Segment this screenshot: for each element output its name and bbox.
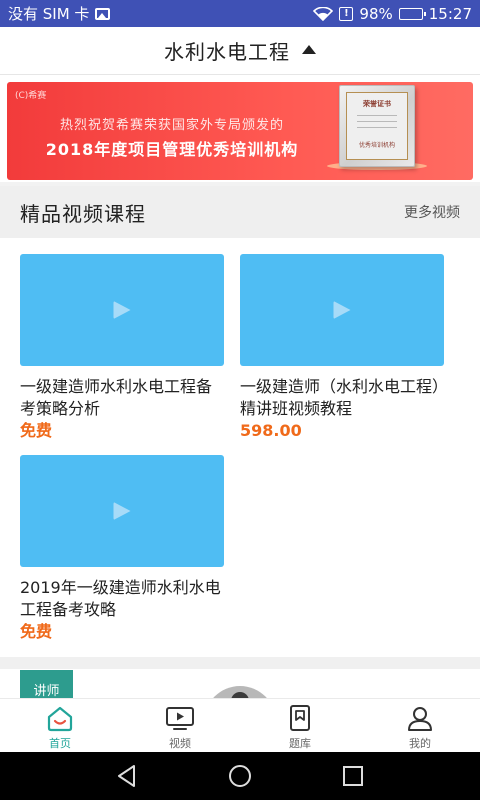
image-notification-icon xyxy=(95,7,111,20)
tab-profile[interactable]: 我的 xyxy=(360,699,480,752)
section-title: 精品视频课程 xyxy=(20,201,146,226)
more-videos-link[interactable]: 更多视频 xyxy=(404,202,460,222)
status-left: 没有 SIM 卡 xyxy=(8,3,111,24)
banner-headline: 2018年度项目管理优秀培训机构 xyxy=(45,140,299,159)
profile-icon xyxy=(408,707,432,731)
play-icon xyxy=(113,502,131,520)
course-price: 598.00 xyxy=(240,421,302,440)
section-header: 精品视频课程 更多视频 xyxy=(0,186,480,238)
play-icon xyxy=(333,301,351,319)
play-icon xyxy=(113,301,131,319)
tab-home-label: 首页 xyxy=(49,737,71,750)
tab-home[interactable]: 首页 xyxy=(0,699,120,752)
tab-question-bank[interactable]: 题库 xyxy=(240,699,360,752)
status-right: ! 98% 15:27 xyxy=(313,5,472,23)
home-circle-icon[interactable] xyxy=(227,763,253,789)
battery-percent: 98% xyxy=(359,4,393,23)
tab-profile-label: 我的 xyxy=(409,737,431,750)
course-card[interactable]: 一级建造师（水利水电工程）精讲班视频教程 598.00 xyxy=(240,254,444,442)
course-card[interactable]: 2019年一级建造师水利水电工程备考攻略 免费 xyxy=(20,455,224,643)
course-title: 一级建造师（水利水电工程）精讲班视频教程 xyxy=(240,377,441,418)
recents-icon[interactable] xyxy=(340,763,366,789)
bottom-nav: 首页 视频 题库 我的 xyxy=(0,698,480,752)
course-card[interactable]: 一级建造师水利水电工程备考策略分析 免费 xyxy=(20,254,224,442)
back-icon[interactable] xyxy=(114,763,140,789)
certificate-line xyxy=(357,121,397,122)
tab-video[interactable]: 视频 xyxy=(120,699,240,752)
status-bar: 没有 SIM 卡 ! 98% 15:27 xyxy=(0,0,480,27)
certificate-line xyxy=(357,127,397,128)
certificate-image: 荣誉证书 优秀培训机构 xyxy=(339,85,415,167)
video-icon xyxy=(166,707,194,730)
course-price: 免费 xyxy=(20,622,53,641)
tab-question-bank-label: 题库 xyxy=(289,737,311,750)
caret-up-icon xyxy=(302,45,316,54)
course-title: 一级建造师水利水电工程备考策略分析 xyxy=(20,377,213,418)
course-thumbnail[interactable] xyxy=(20,455,224,567)
certificate-title: 荣誉证书 xyxy=(363,100,391,108)
carrier-text: 没有 SIM 卡 xyxy=(8,5,90,23)
certificate-subtitle: 优秀培训机构 xyxy=(358,142,395,149)
system-nav-bar xyxy=(0,752,480,800)
course-title: 2019年一级建造师水利水电工程备考攻略 xyxy=(20,578,221,619)
course-thumbnail[interactable] xyxy=(20,254,224,366)
tab-video-label: 视频 xyxy=(169,737,191,750)
banner-subtitle: 热烈祝贺希赛荣获国家外专局颁发的 xyxy=(59,118,284,133)
battery-icon xyxy=(398,7,426,20)
nfc-icon: ! xyxy=(339,6,354,21)
promo-banner[interactable]: (C)希赛 热烈祝贺希赛荣获国家外专局颁发的 2018年度项目管理优秀培训机构 … xyxy=(7,82,473,180)
question-bank-icon xyxy=(290,705,310,731)
wifi-icon xyxy=(313,6,334,21)
certificate-line xyxy=(357,115,397,116)
app-screen: 没有 SIM 卡 ! 98% 15:27 水利水电工程 (C)希赛 热烈祝贺希赛… xyxy=(0,0,480,800)
home-icon xyxy=(47,706,73,732)
course-price: 免费 xyxy=(20,421,53,440)
certificate-frame: 荣誉证书 优秀培训机构 xyxy=(346,92,408,160)
page-title: 水利水电工程 xyxy=(164,40,290,64)
banner-logo: (C)希赛 xyxy=(15,91,47,101)
course-thumbnail[interactable] xyxy=(240,254,444,366)
section-divider xyxy=(0,657,480,669)
clock: 15:27 xyxy=(428,4,472,23)
category-selector[interactable]: 水利水电工程 xyxy=(0,27,480,75)
